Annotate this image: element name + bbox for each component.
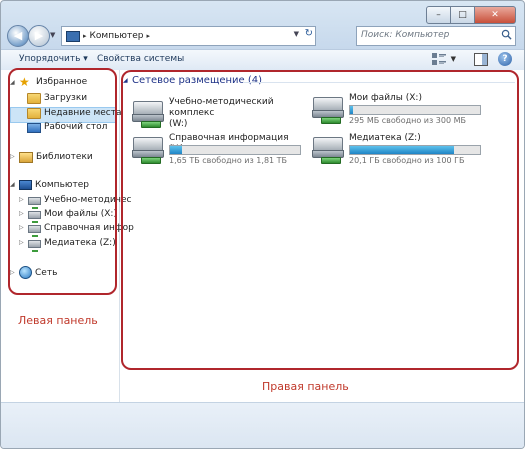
address-bar[interactable]: ▸ Компьютер ▸ ▼ ↻	[61, 26, 316, 46]
change-view-icon[interactable]	[432, 53, 446, 65]
right-panel-annotation-frame	[121, 70, 519, 370]
forward-button[interactable]: ▶	[28, 25, 50, 47]
preview-pane-icon[interactable]	[474, 53, 488, 66]
view-options-dropdown-icon[interactable]: ▼	[451, 55, 456, 63]
breadcrumb-separator[interactable]: ▸	[83, 32, 87, 40]
right-panel-annotation-label: Правая панель	[262, 380, 349, 393]
window-controls: – □ ✕	[426, 6, 516, 24]
details-pane	[1, 402, 524, 448]
address-row: ◀ ▶ ▼ ▸ Компьютер ▸ ▼ ↻	[7, 25, 516, 47]
minimize-button[interactable]: –	[426, 6, 451, 24]
organize-button[interactable]: Упорядочить ▾	[19, 54, 88, 64]
computer-icon	[66, 30, 80, 42]
breadcrumb-computer[interactable]: Компьютер	[90, 31, 144, 41]
close-button[interactable]: ✕	[474, 6, 516, 24]
left-panel-annotation-frame	[8, 68, 117, 295]
help-icon[interactable]: ?	[498, 52, 512, 66]
search-box[interactable]	[356, 26, 516, 46]
address-dropdown-icon[interactable]: ▼	[294, 30, 299, 38]
system-properties-button[interactable]: Свойства системы	[97, 54, 184, 64]
breadcrumb-separator[interactable]: ▸	[146, 32, 150, 40]
refresh-button[interactable]: ↻	[305, 28, 313, 39]
back-button[interactable]: ◀	[7, 25, 29, 47]
left-panel-annotation-label: Левая панель	[18, 314, 98, 327]
search-input[interactable]	[361, 27, 491, 43]
recent-pages-dropdown[interactable]: ▼	[50, 31, 55, 39]
maximize-button[interactable]: □	[450, 6, 475, 24]
search-icon[interactable]	[501, 29, 512, 40]
